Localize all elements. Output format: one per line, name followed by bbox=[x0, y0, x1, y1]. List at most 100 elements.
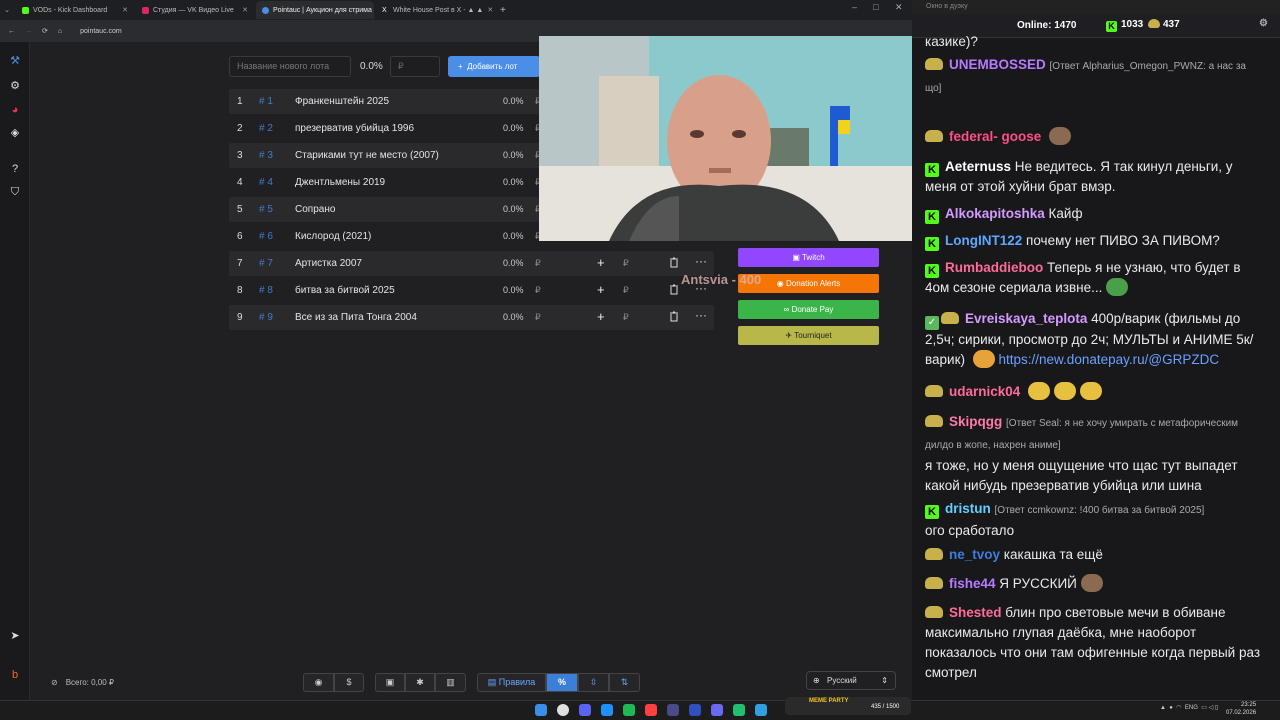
app2-icon[interactable] bbox=[733, 704, 745, 716]
more-options-icon[interactable]: ··· bbox=[695, 308, 707, 322]
new-lot-name-input[interactable]: Название нового лота bbox=[229, 56, 351, 77]
chat-username[interactable]: LongINT122 bbox=[945, 233, 1022, 248]
lot-amount-input[interactable]: ₽ bbox=[390, 56, 440, 77]
telegram-icon[interactable]: ➤ bbox=[8, 629, 22, 643]
boosty-icon[interactable]: b bbox=[8, 668, 22, 682]
donation-button-donate-pay[interactable]: ∞ Donate Pay bbox=[738, 300, 879, 319]
help-icon[interactable]: ? bbox=[8, 162, 22, 176]
spotify-icon[interactable] bbox=[623, 704, 635, 716]
chat-username[interactable]: Aeternuss bbox=[945, 159, 1011, 174]
chat-link[interactable]: https://new.donatepay.ru/@GRPZDC bbox=[999, 352, 1220, 367]
chat-username[interactable]: fishe44 bbox=[949, 576, 996, 591]
donation-button-twitch[interactable]: ▣ Twitch bbox=[738, 248, 879, 267]
sort-icon[interactable]: ⇅ bbox=[609, 673, 640, 692]
home-icon[interactable]: ⌂ bbox=[58, 28, 62, 35]
wheel-icon[interactable]: ◕ bbox=[8, 103, 22, 117]
lot-id[interactable]: # 4 bbox=[259, 177, 273, 188]
chat-username[interactable]: Skipqgg bbox=[949, 414, 1002, 429]
trash-icon[interactable] bbox=[669, 311, 679, 322]
chat-username[interactable]: dristun bbox=[945, 501, 991, 516]
lot-id[interactable]: # 5 bbox=[259, 204, 273, 215]
back-icon[interactable]: ← bbox=[8, 28, 15, 35]
lot-id[interactable]: # 8 bbox=[259, 285, 273, 296]
save-icon[interactable]: ▣ bbox=[375, 673, 405, 692]
add-amount-input[interactable]: ₽ bbox=[623, 258, 629, 269]
app-icon[interactable] bbox=[667, 704, 679, 716]
lot-id[interactable]: # 9 bbox=[259, 312, 273, 323]
telegram-taskbar-icon[interactable] bbox=[755, 704, 767, 716]
network-icon[interactable]: ▭ bbox=[1201, 705, 1207, 711]
lot-id[interactable]: # 3 bbox=[259, 150, 273, 161]
url-text[interactable]: pointauc.com bbox=[80, 28, 122, 35]
reload-icon[interactable]: ⟳ bbox=[42, 27, 48, 35]
start-icon[interactable] bbox=[535, 704, 547, 716]
discord-icon[interactable] bbox=[579, 704, 591, 716]
chat-username[interactable]: Shested bbox=[949, 605, 1002, 620]
chat-username[interactable]: Alkokapitoshka bbox=[945, 206, 1045, 221]
chat-username[interactable]: ne_tvoy bbox=[949, 547, 1000, 562]
window-close-icon[interactable]: ✕ bbox=[895, 2, 903, 13]
tab-pointauc[interactable]: Pointauc | Аукцион для стрима✕ bbox=[256, 1, 374, 19]
lot-id[interactable]: # 1 bbox=[259, 96, 273, 107]
chat-username[interactable]: federal- goose bbox=[949, 129, 1041, 144]
chat-username[interactable]: Evreiskaya_teplota bbox=[965, 311, 1087, 326]
rules-button[interactable]: ▤ Правила bbox=[477, 673, 546, 692]
player-icon[interactable] bbox=[711, 704, 723, 716]
lot-id[interactable]: # 7 bbox=[259, 258, 273, 269]
lot-amount[interactable]: ₽ bbox=[535, 258, 541, 269]
more-options-icon[interactable]: ··· bbox=[695, 254, 707, 268]
lot-row[interactable]: 7 # 7 Артистка 2007 0.0% ₽ + ₽ ··· bbox=[229, 251, 714, 276]
volume-icon[interactable]: ◁ bbox=[1209, 705, 1214, 711]
tab-vk[interactable]: Студия — VK Видео Live ✕ bbox=[136, 1, 254, 19]
add-amount-input[interactable]: ₽ bbox=[623, 312, 629, 323]
chat-username[interactable]: UNEMBOSSED bbox=[949, 57, 1046, 72]
layers-icon[interactable]: ◈ bbox=[8, 126, 22, 140]
shield-icon[interactable]: ⛉ bbox=[8, 185, 22, 199]
delete-all-icon[interactable]: ▥ bbox=[435, 673, 466, 692]
minimize-icon[interactable]: – bbox=[852, 2, 857, 12]
lot-row[interactable]: 8 # 8 битва за битвой 2025 0.0% ₽ + ₽ ··· bbox=[229, 278, 714, 303]
wifi-icon[interactable]: ◠ bbox=[1176, 705, 1181, 711]
lot-name[interactable]: презерватив убийца 1996 bbox=[295, 123, 414, 134]
forward-icon[interactable]: → bbox=[25, 28, 32, 35]
mic-icon[interactable]: ● bbox=[1169, 705, 1173, 711]
lot-name[interactable]: Артистка 2007 bbox=[295, 258, 362, 269]
lot-name[interactable]: Все из за Пита Тонга 2004 bbox=[295, 312, 417, 323]
obs-icon[interactable] bbox=[645, 704, 657, 716]
tab-menu-icon[interactable]: ⌄ bbox=[0, 6, 14, 14]
lot-amount[interactable]: ₽ bbox=[535, 312, 541, 323]
add-amount-icon[interactable]: + bbox=[597, 255, 605, 270]
settings-gear-icon[interactable]: ⚙ bbox=[8, 79, 22, 93]
add-amount-input[interactable]: ₽ bbox=[623, 285, 629, 296]
github-button[interactable]: ◉ bbox=[303, 673, 334, 692]
tab-kick[interactable]: VODs - Kick Dashboard ✕ bbox=[16, 1, 134, 19]
donation-button-tourniquet[interactable]: ✈ Tourniquet bbox=[738, 326, 879, 345]
split-icon[interactable]: ⇳ bbox=[578, 673, 609, 692]
close-icon[interactable]: ✕ bbox=[242, 6, 248, 14]
clock[interactable]: 23:25 07.02.2026 bbox=[1226, 701, 1256, 717]
lot-name[interactable]: Франкенштейн 2025 bbox=[295, 96, 389, 107]
trash-icon[interactable] bbox=[669, 284, 679, 295]
chat-username[interactable]: udarnick04 bbox=[949, 384, 1020, 399]
media-icon[interactable] bbox=[689, 704, 701, 716]
lot-id[interactable]: # 6 bbox=[259, 231, 273, 242]
lot-name[interactable]: Джентльмены 2019 bbox=[295, 177, 385, 188]
chat-username[interactable]: Rumbaddieboo bbox=[945, 260, 1043, 275]
maximize-icon[interactable]: □ bbox=[873, 2, 878, 12]
add-amount-icon[interactable]: + bbox=[597, 282, 605, 297]
chrome-icon[interactable] bbox=[557, 704, 569, 716]
lot-name[interactable]: битва за битвой 2025 bbox=[295, 285, 395, 296]
close-icon[interactable]: ✕ bbox=[122, 6, 128, 14]
chevron-up-icon[interactable]: ▲ bbox=[1160, 705, 1166, 711]
add-amount-icon[interactable]: + bbox=[597, 309, 605, 324]
chat-settings-icon[interactable]: ⚙ bbox=[1259, 18, 1268, 29]
bug-icon[interactable]: ✱ bbox=[405, 673, 435, 692]
lot-row[interactable]: 9 # 9 Все из за Пита Тонга 2004 0.0% ₽ + ₽ ··· bbox=[229, 305, 714, 330]
trash-icon[interactable] bbox=[669, 257, 679, 268]
lot-id[interactable]: # 2 bbox=[259, 123, 273, 134]
percent-toggle-button[interactable]: % bbox=[546, 673, 578, 692]
new-tab-icon[interactable]: + bbox=[500, 5, 506, 16]
lot-amount[interactable]: ₽ bbox=[535, 285, 541, 296]
add-lot-button[interactable]: + Добавить лот bbox=[448, 56, 540, 77]
auction-icon[interactable]: ⚒ bbox=[8, 54, 22, 68]
